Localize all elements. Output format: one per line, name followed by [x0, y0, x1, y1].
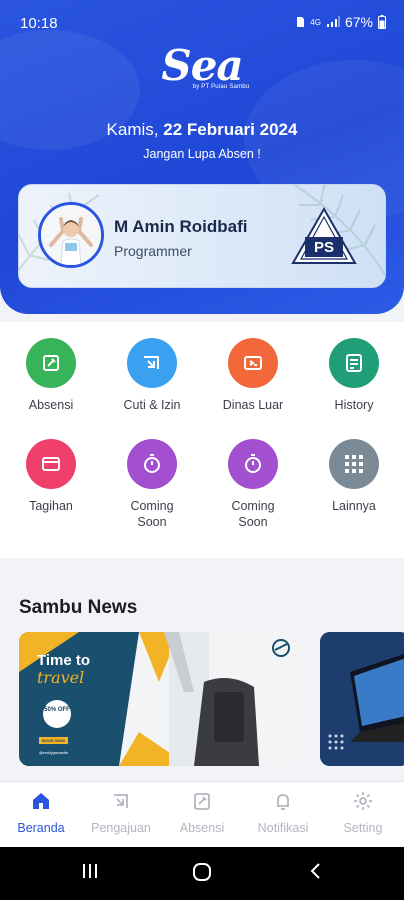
status-bar: 10:18 4G 67%: [0, 0, 404, 46]
sim-icon: [297, 17, 305, 27]
nav-absensi[interactable]: Absensi: [162, 790, 242, 835]
menu-label: History: [334, 398, 374, 412]
menu-label: Cuti & Izin: [123, 398, 181, 412]
back-icon[interactable]: [306, 861, 326, 881]
profile-name: M Amin Roidbafi: [114, 217, 248, 236]
news-card[interactable]: [320, 632, 404, 766]
menu-coming-soon-1[interactable]: Coming Soon: [107, 439, 197, 530]
menu-label: Absensi: [28, 398, 74, 412]
nav-label: Setting: [343, 821, 383, 835]
news-card[interactable]: Time to travel 50% OFF BOOK NOW @reallyg…: [19, 632, 301, 766]
profile-card[interactable]: M Amin Roidbafi Programmer PS: [18, 184, 386, 288]
history-icon: [329, 338, 379, 388]
logo-subtitle: by PT Pulau Sambu: [192, 84, 250, 90]
status-time: 10:18: [20, 15, 58, 32]
submission-icon: [114, 794, 128, 808]
menu-tagihan[interactable]: Tagihan: [6, 439, 96, 514]
home-button-icon[interactable]: [191, 861, 213, 883]
gear-icon: [354, 792, 372, 810]
site-handle: @reallygreatsite: [39, 750, 68, 755]
news-card-script: travel: [37, 668, 85, 687]
signal-icon: [326, 16, 340, 27]
feature-menu: Absensi Cuti & Izin Dinas Luar History T…: [0, 322, 404, 558]
attendance-icon: [194, 793, 210, 810]
nav-setting[interactable]: Setting: [323, 790, 403, 835]
system-navigation-bar: [0, 847, 404, 900]
attendance-icon: [26, 338, 76, 388]
date-display: Kamis, 22 Februari 2024: [0, 120, 404, 140]
business-trip-icon: [228, 338, 278, 388]
menu-history[interactable]: History: [309, 338, 399, 413]
date-text: 22 Februari 2024: [163, 120, 298, 139]
status-icons: 4G 67%: [296, 14, 386, 30]
menu-label: Tagihan: [29, 499, 73, 513]
avatar[interactable]: [38, 202, 104, 268]
menu-label: Coming Soon: [130, 499, 174, 529]
news-card-title: Time to: [37, 652, 91, 669]
bell-icon: [277, 794, 289, 810]
bill-icon: [26, 439, 76, 489]
nav-pengajuan[interactable]: Pengajuan: [81, 790, 161, 835]
company-logo: PS: [291, 207, 357, 264]
nav-label: Beranda: [17, 821, 65, 835]
news-section-title: Sambu News: [19, 597, 138, 618]
profile-role: Programmer: [114, 243, 192, 259]
recent-apps-icon[interactable]: [80, 861, 100, 881]
day-name: Kamis,: [106, 120, 159, 139]
book-now-label: BOOK NOW: [39, 737, 68, 744]
leave-icon: [127, 338, 177, 388]
attendance-reminder: Jangan Lupa Absen !: [143, 147, 261, 161]
nav-beranda[interactable]: Beranda: [1, 790, 81, 835]
menu-lainnya[interactable]: Lainnya: [309, 439, 399, 514]
menu-dinas-luar[interactable]: Dinas Luar: [208, 338, 298, 413]
menu-label: Lainnya: [332, 499, 376, 513]
child-photo-icon: [41, 205, 101, 265]
timer-icon: [127, 439, 177, 489]
laptop-banner-image: [320, 632, 404, 766]
bottom-nav: Beranda Pengajuan Absensi Notifikasi Set…: [0, 781, 404, 847]
battery-icon: [378, 15, 386, 29]
app-root: 10:18 4G 67% Sea by PT Pulau Sambu Kamis…: [0, 0, 404, 900]
menu-coming-soon-2[interactable]: Coming Soon: [208, 439, 298, 530]
menu-absensi[interactable]: Absensi: [6, 338, 96, 413]
grid-icon: [329, 439, 379, 489]
nav-label: Notifikasi: [257, 821, 309, 835]
timer-icon: [228, 439, 278, 489]
discount-badge: 50% OFF: [43, 700, 71, 728]
menu-cuti-izin[interactable]: Cuti & Izin: [107, 338, 197, 413]
network-type: 4G: [310, 17, 321, 27]
battery-percent: 67%: [344, 14, 373, 30]
nav-label: Pengajuan: [91, 821, 151, 835]
company-logo-text: PS: [314, 239, 334, 256]
app-logo: Sea by PT Pulau Sambu: [0, 41, 404, 91]
home-icon: [33, 793, 49, 809]
menu-label: Coming Soon: [231, 499, 275, 529]
menu-label: Dinas Luar: [222, 398, 284, 412]
logo-wordmark: Sea: [161, 41, 243, 90]
nav-notifikasi[interactable]: Notifikasi: [243, 790, 323, 835]
nav-label: Absensi: [179, 821, 225, 835]
